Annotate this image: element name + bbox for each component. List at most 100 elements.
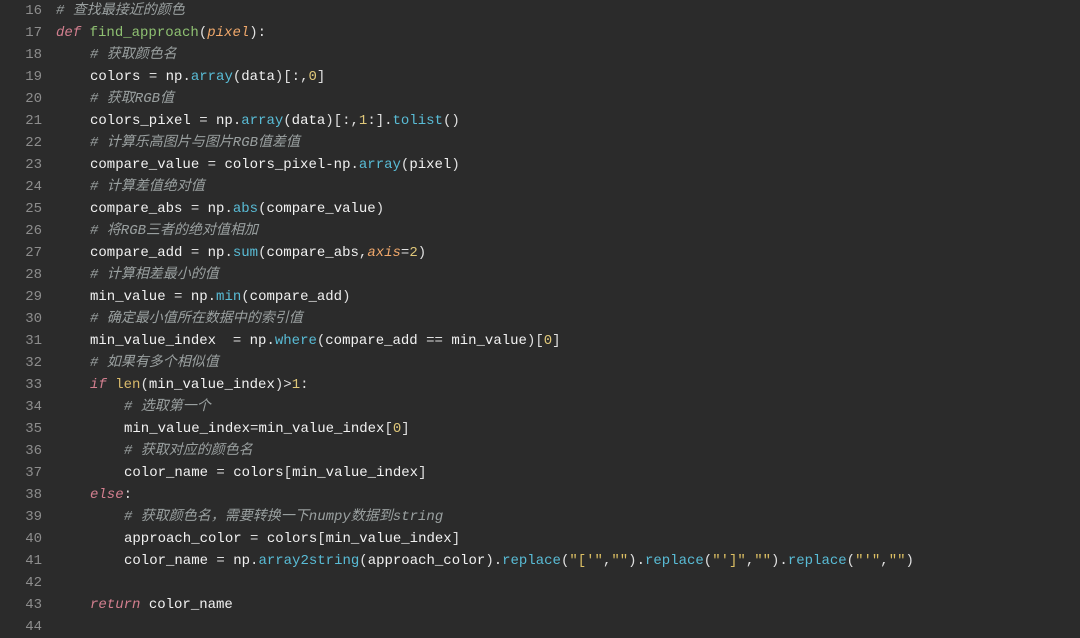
token-ident: min_value_index: [90, 330, 233, 352]
line-number: 22: [6, 132, 42, 154]
code-line[interactable]: colors = np.array(data)[:,0]: [56, 66, 1080, 88]
token-comment: # 选取第一个: [124, 396, 211, 418]
token-ident: data: [241, 66, 275, 88]
token-punct: ]: [418, 462, 426, 484]
token-ident: min_value_index: [124, 418, 250, 440]
token-ident: compare_abs: [90, 198, 191, 220]
token-punct: ]: [401, 418, 409, 440]
code-line[interactable]: # 计算差值绝对值: [56, 176, 1080, 198]
token-punct: :: [300, 374, 308, 396]
token-num: 0: [309, 66, 317, 88]
token-keyword: return: [90, 594, 149, 616]
token-punct: .: [224, 198, 232, 220]
token-punct: ): [342, 286, 350, 308]
token-punct: )[: [527, 330, 544, 352]
line-number: 21: [6, 110, 42, 132]
token-punct: (: [401, 154, 409, 176]
token-comment: # 确定最小值所在数据中的索引值: [90, 308, 303, 330]
token-op: =: [149, 66, 166, 88]
token-string: "']": [712, 550, 746, 572]
code-line[interactable]: color_name = np.array2string(approach_co…: [56, 550, 1080, 572]
token-num: 2: [409, 242, 417, 264]
code-line[interactable]: if len(min_value_index)>1:: [56, 374, 1080, 396]
token-punct: ):: [249, 22, 266, 44]
code-line[interactable]: # 计算乐高图片与图片RGB值差值: [56, 132, 1080, 154]
code-line[interactable]: # 计算相差最小的值: [56, 264, 1080, 286]
token-punct: ).: [628, 550, 645, 572]
line-number: 18: [6, 44, 42, 66]
code-line[interactable]: # 将RGB三者的绝对值相加: [56, 220, 1080, 242]
token-string: "": [611, 550, 628, 572]
token-punct: (: [258, 198, 266, 220]
token-punct: ,: [359, 242, 367, 264]
code-line[interactable]: approach_color = colors[min_value_index]: [56, 528, 1080, 550]
token-punct: :].: [367, 110, 392, 132]
code-line[interactable]: # 查找最接近的颜色: [56, 0, 1080, 22]
code-line[interactable]: # 确定最小值所在数据中的索引值: [56, 308, 1080, 330]
token-attr: min: [216, 286, 241, 308]
token-punct: (: [233, 66, 241, 88]
token-kwarg: axis: [367, 242, 401, 264]
code-line[interactable]: min_value_index = np.where(compare_add =…: [56, 330, 1080, 352]
code-line[interactable]: def find_approach(pixel):: [56, 22, 1080, 44]
line-number: 34: [6, 396, 42, 418]
token-ident: compare_abs: [266, 242, 358, 264]
token-comment: # 将RGB三者的绝对值相加: [90, 220, 258, 242]
code-editor[interactable]: 1617181920212223242526272829303132333435…: [0, 0, 1080, 638]
token-ident: color_name: [124, 550, 216, 572]
token-param: pixel: [207, 22, 249, 44]
token-attr: tolist: [393, 110, 443, 132]
code-line[interactable]: min_value = np.min(compare_add): [56, 286, 1080, 308]
token-ident: min_value_index: [292, 462, 418, 484]
line-number: 32: [6, 352, 42, 374]
token-ident: colors: [233, 462, 283, 484]
line-number: 42: [6, 572, 42, 594]
token-attr: replace: [788, 550, 847, 572]
line-number: 24: [6, 176, 42, 198]
code-line[interactable]: compare_value = colors_pixel-np.array(pi…: [56, 154, 1080, 176]
code-line[interactable]: [56, 616, 1080, 638]
token-punct: (: [140, 374, 148, 396]
line-number: 26: [6, 220, 42, 242]
code-line[interactable]: # 选取第一个: [56, 396, 1080, 418]
code-line[interactable]: color_name = colors[min_value_index]: [56, 462, 1080, 484]
token-punct: (: [283, 110, 291, 132]
code-line[interactable]: colors_pixel = np.array(data)[:,1:].toli…: [56, 110, 1080, 132]
token-ident: np: [208, 198, 225, 220]
line-number: 29: [6, 286, 42, 308]
token-num: 1: [359, 110, 367, 132]
token-op: =: [199, 110, 216, 132]
code-line[interactable]: compare_abs = np.abs(compare_value): [56, 198, 1080, 220]
token-ident: np: [216, 110, 233, 132]
code-line[interactable]: # 获取RGB值: [56, 88, 1080, 110]
code-line[interactable]: # 获取对应的颜色名: [56, 440, 1080, 462]
code-line[interactable]: # 获取颜色名: [56, 44, 1080, 66]
token-ident: min_value: [90, 286, 174, 308]
code-area[interactable]: # 查找最接近的颜色def find_approach(pixel):# 获取颜…: [52, 0, 1080, 638]
token-punct: ]: [452, 528, 460, 550]
code-line[interactable]: # 如果有多个相似值: [56, 352, 1080, 374]
token-string: "'": [855, 550, 880, 572]
code-line[interactable]: [56, 572, 1080, 594]
token-comment: # 获取对应的颜色名: [124, 440, 253, 462]
token-punct: ,: [351, 110, 359, 132]
code-line[interactable]: compare_add = np.sum(compare_abs,axis=2): [56, 242, 1080, 264]
token-ident: min_value_index: [149, 374, 275, 396]
token-attr: array2string: [258, 550, 359, 572]
code-line[interactable]: # 获取颜色名，需要转换一下numpy数据到string: [56, 506, 1080, 528]
token-ident: compare_add: [325, 330, 426, 352]
code-line[interactable]: min_value_index=min_value_index[0]: [56, 418, 1080, 440]
code-line[interactable]: else:: [56, 484, 1080, 506]
token-ident: min_value_index: [326, 528, 452, 550]
token-comment: # 如果有多个相似值: [90, 352, 219, 374]
line-number: 31: [6, 330, 42, 352]
token-punct: ,: [603, 550, 611, 572]
token-attr: sum: [233, 242, 258, 264]
token-ident: colors_pixel: [90, 110, 199, 132]
token-punct: ).: [485, 550, 502, 572]
code-line[interactable]: return color_name: [56, 594, 1080, 616]
token-punct: (: [241, 286, 249, 308]
token-funcname: find_approach: [90, 22, 199, 44]
token-punct: ]: [317, 66, 325, 88]
token-punct: (: [258, 242, 266, 264]
